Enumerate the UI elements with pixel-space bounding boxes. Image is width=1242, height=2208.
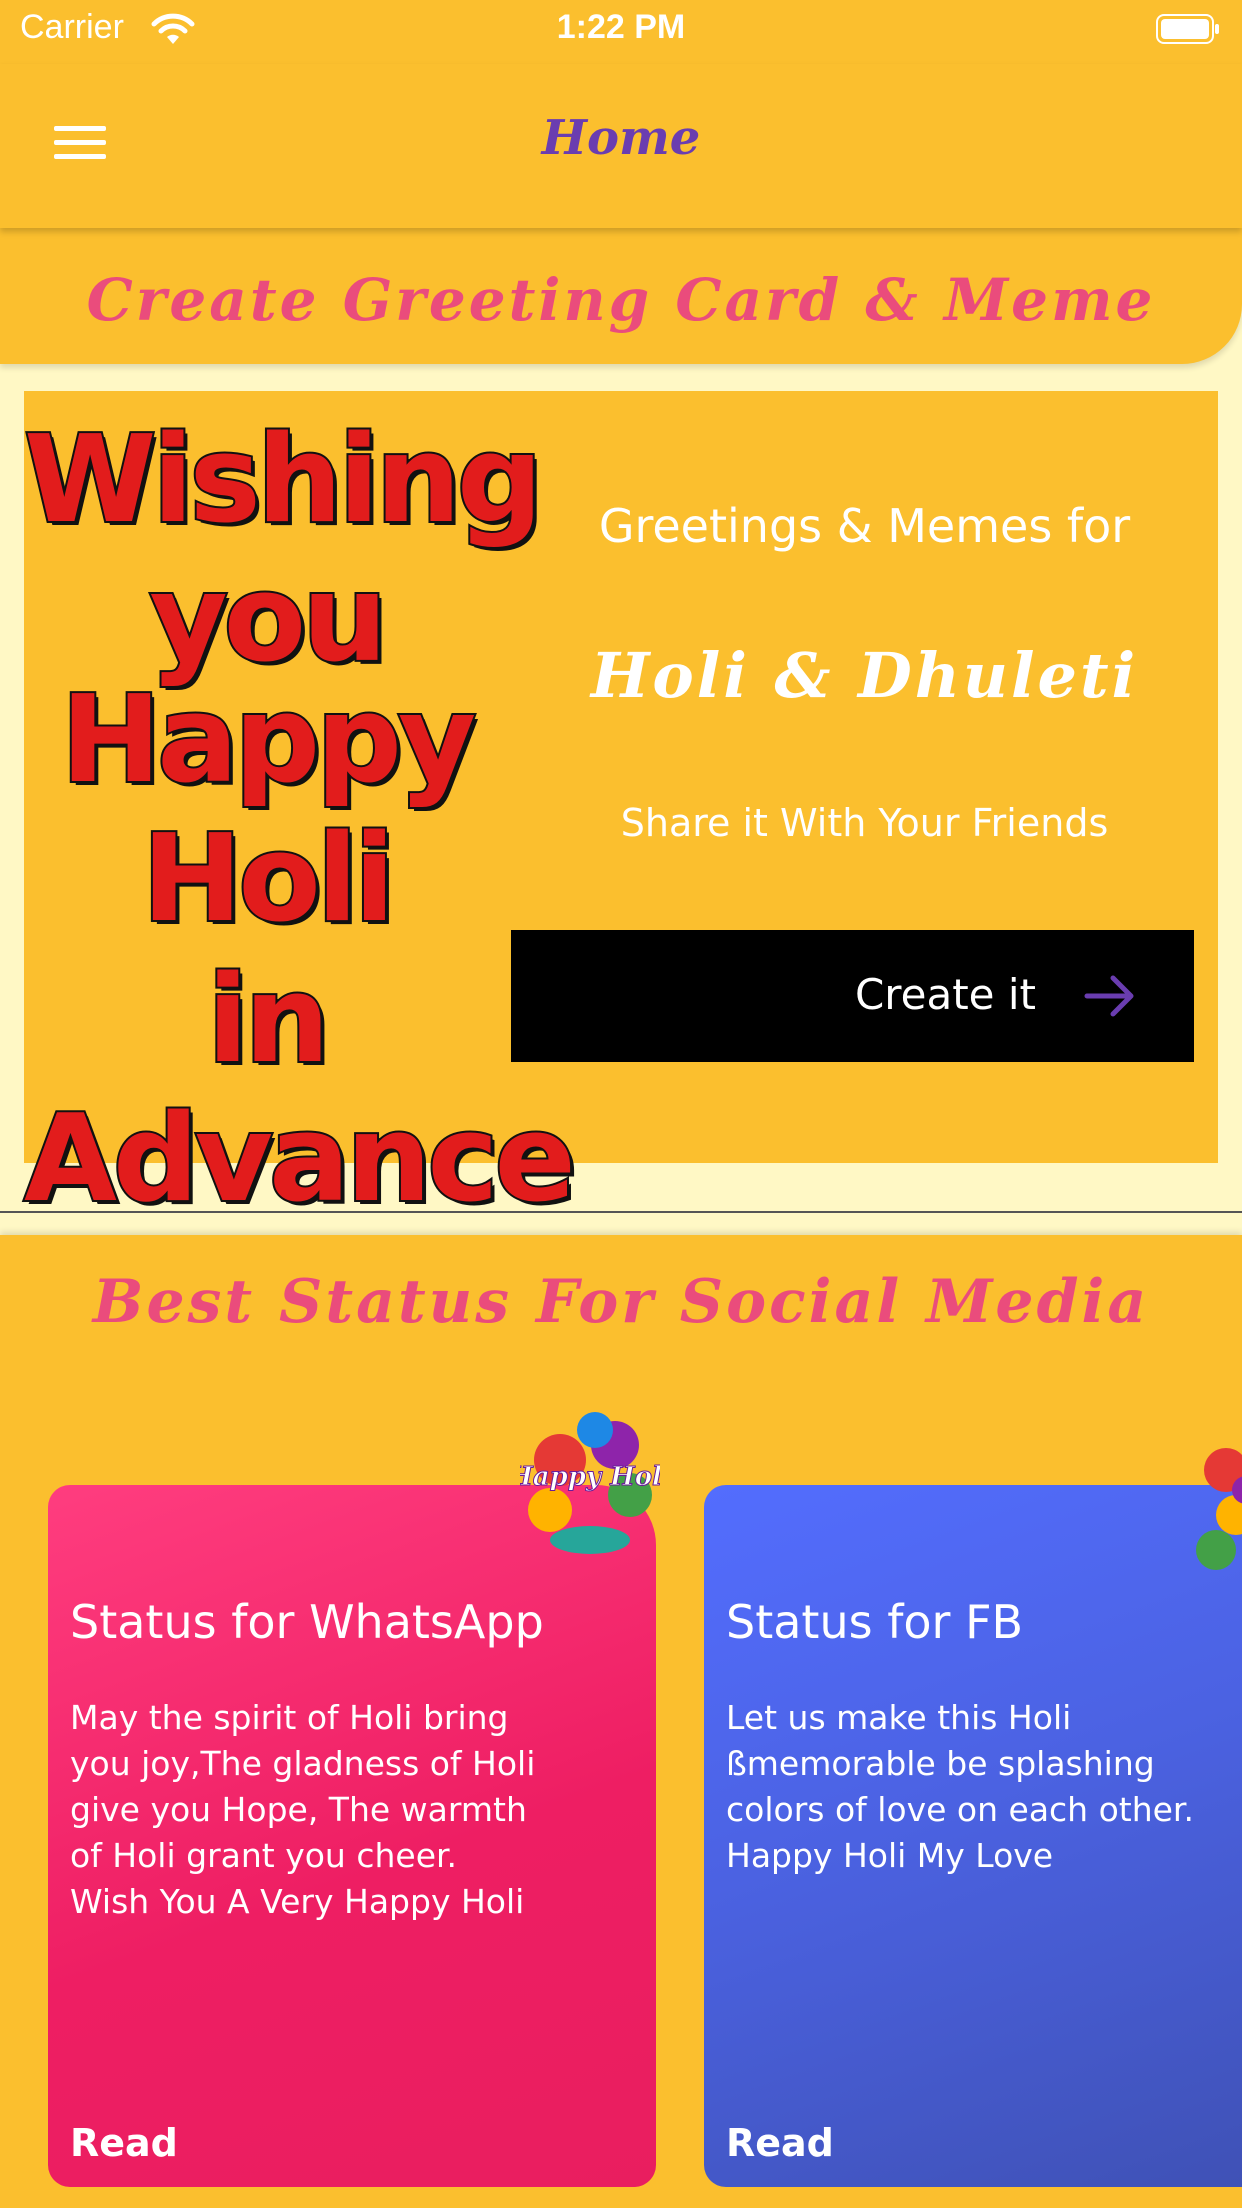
greeting-card-banner: Wishing you Happy Holi in Advance Greeti… xyxy=(22,391,1218,1231)
share-caption: Share it With Your Friends xyxy=(620,801,1109,845)
section-divider xyxy=(0,1211,1242,1213)
page-title: Home xyxy=(541,110,701,166)
arrow-right-icon xyxy=(1084,975,1134,1017)
card-text: May the spirit of Holi bring you joy,The… xyxy=(70,1698,536,1921)
sticker-text: Happy Holi xyxy=(520,1462,660,1492)
clock: 1:22 PM xyxy=(556,8,686,46)
status-section-title: Best Status For Social Media xyxy=(92,1267,1150,1337)
create-it-label: Create it xyxy=(854,970,1036,1019)
artwork-line: Wishing you xyxy=(22,409,545,691)
battery-icon xyxy=(1156,14,1219,44)
card-text: Let us make this Holi ßmemorable be spla… xyxy=(726,1698,1194,1875)
greeting-section-title: Create Greeting Card & Meme xyxy=(86,266,1156,334)
card-title: Status for FB xyxy=(726,1595,1024,1649)
status-bar: Carrier 1:22 PM xyxy=(0,0,1242,64)
greeting-section-header: Create Greeting Card & Meme xyxy=(0,228,1242,364)
artwork-line: Happy Holi xyxy=(59,669,478,951)
happy-holi-artwork: Wishing you Happy Holi in Advance xyxy=(22,391,578,1231)
whatsapp-status-card[interactable]: Status for WhatsApp May the spirit of Ho… xyxy=(48,1485,656,2187)
status-section: Best Status For Social Media Status for … xyxy=(0,1235,1242,2208)
card-title: Status for WhatsApp xyxy=(70,1595,544,1649)
artwork-line: in Advance xyxy=(22,949,578,1231)
read-link[interactable]: Read xyxy=(726,2121,834,2165)
happy-holi-sticker-icon: Happy Holi xyxy=(520,1412,660,1554)
happy-holi-sticker-icon xyxy=(1196,1448,1242,1570)
read-link[interactable]: Read xyxy=(70,2121,178,2165)
greeting-subtitle: Greetings & Memes for xyxy=(598,499,1131,553)
fb-status-card[interactable]: Status for FB Let us make this Holi ßmem… xyxy=(704,1485,1242,2187)
create-it-button[interactable]: Create it xyxy=(511,930,1194,1062)
navigation-bar: Home xyxy=(0,64,1242,228)
greeting-info: Greetings & Memes for Holi & Dhuleti Sha… xyxy=(511,391,1218,1163)
festival-name: Holi & Dhuleti xyxy=(590,639,1139,712)
